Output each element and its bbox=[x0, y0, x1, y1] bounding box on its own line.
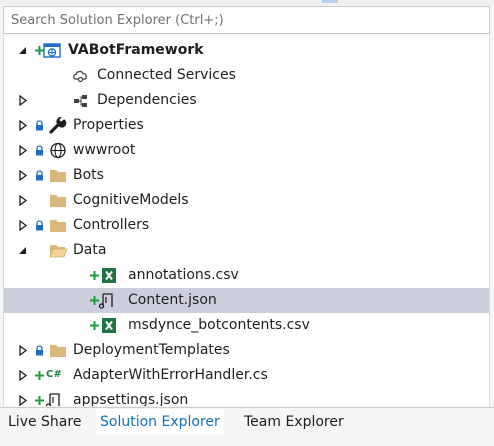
tree-item-label: CognitiveModels bbox=[73, 192, 189, 208]
json-file-icon bbox=[44, 391, 64, 406]
web-project-icon bbox=[42, 41, 62, 60]
folder-open-icon bbox=[48, 241, 68, 260]
tree-item-dependencies[interactable]: Dependencies bbox=[4, 88, 489, 113]
lock-icon bbox=[33, 219, 46, 232]
tree-item-label: Controllers bbox=[73, 217, 150, 233]
tree-item-botcontents-csv[interactable]: msdynce_botcontents.csv bbox=[4, 313, 489, 338]
lock-icon bbox=[33, 144, 46, 157]
collapsed-arrow-icon[interactable] bbox=[17, 145, 28, 156]
folder-icon bbox=[48, 216, 68, 235]
collapsed-arrow-icon[interactable] bbox=[17, 370, 28, 381]
tree-item-label: wwwroot bbox=[73, 142, 136, 158]
collapsed-arrow-icon[interactable] bbox=[17, 195, 28, 206]
collapsed-arrow-icon[interactable] bbox=[17, 395, 28, 406]
folder-icon bbox=[48, 166, 68, 185]
search-box[interactable] bbox=[3, 6, 490, 34]
tree-item-properties[interactable]: Properties bbox=[4, 113, 489, 138]
tree-item-label: Dependencies bbox=[97, 92, 197, 108]
tree-item-controllers[interactable]: Controllers bbox=[4, 213, 489, 238]
collapsed-arrow-icon[interactable] bbox=[17, 220, 28, 231]
tree-item-annotations-csv[interactable]: annotations.csv bbox=[4, 263, 489, 288]
tree-item-appsettings-json[interactable]: appsettings.json bbox=[4, 388, 489, 406]
tree-item-label: AdapterWithErrorHandler.cs bbox=[73, 367, 268, 383]
tab-live-share[interactable]: Live Share bbox=[4, 409, 85, 435]
tree-item-project[interactable]: VABotFramework bbox=[4, 38, 489, 63]
tab-solution-explorer[interactable]: Solution Explorer bbox=[96, 409, 224, 435]
json-file-icon bbox=[97, 291, 117, 310]
collapsed-arrow-icon[interactable] bbox=[17, 345, 28, 356]
collapsed-arrow-icon[interactable] bbox=[17, 120, 28, 131]
tree-item-wwwroot[interactable]: wwwroot bbox=[4, 138, 489, 163]
dependencies-icon bbox=[71, 91, 91, 110]
tree-item-bots[interactable]: Bots bbox=[4, 163, 489, 188]
collapsed-arrow-icon[interactable] bbox=[17, 170, 28, 181]
excel-icon bbox=[99, 266, 119, 285]
top-strip bbox=[0, 0, 494, 5]
globe-icon bbox=[48, 141, 68, 160]
tree-item-deployment-templates[interactable]: DeploymentTemplates bbox=[4, 338, 489, 363]
lock-icon bbox=[33, 344, 46, 357]
excel-icon bbox=[99, 316, 119, 335]
wrench-icon bbox=[48, 116, 68, 135]
expanded-arrow-icon[interactable] bbox=[17, 45, 28, 56]
collapsed-arrow-icon[interactable] bbox=[17, 95, 28, 106]
tree-item-label: Properties bbox=[73, 117, 144, 133]
tree-item-label: appsettings.json bbox=[73, 392, 189, 406]
tree-item-cognitive-models[interactable]: CognitiveModels bbox=[4, 188, 489, 213]
tree-item-label: Data bbox=[73, 242, 107, 258]
added-plus-icon bbox=[33, 369, 46, 382]
search-input[interactable] bbox=[4, 7, 489, 33]
tree-item-label: msdynce_botcontents.csv bbox=[128, 317, 310, 333]
connected-services-icon bbox=[71, 66, 91, 85]
tree-item-label: Content.json bbox=[128, 292, 217, 308]
tree-item-label: Bots bbox=[73, 167, 104, 183]
tab-team-explorer[interactable]: Team Explorer bbox=[240, 409, 348, 435]
solution-tree[interactable]: VABotFramework Connected Services Depend… bbox=[3, 36, 490, 406]
tree-item-connected-services[interactable]: Connected Services bbox=[4, 63, 489, 88]
tree-item-label: annotations.csv bbox=[128, 267, 239, 283]
tree-item-content-json[interactable]: Content.json bbox=[4, 288, 489, 313]
lock-icon bbox=[33, 119, 46, 132]
csharp-file-icon: C# bbox=[46, 369, 62, 380]
tree-item-label: Connected Services bbox=[97, 67, 236, 83]
tree-item-label: DeploymentTemplates bbox=[73, 342, 230, 358]
folder-icon bbox=[48, 191, 68, 210]
tree-item-adapter-cs[interactable]: C# AdapterWithErrorHandler.cs bbox=[4, 363, 489, 388]
tree-item-label: VABotFramework bbox=[68, 42, 204, 58]
lock-icon bbox=[33, 169, 46, 182]
expanded-arrow-icon[interactable] bbox=[17, 245, 28, 256]
tool-window-tabs: Live Share Solution Explorer Team Explor… bbox=[0, 407, 494, 446]
folder-icon bbox=[48, 341, 68, 360]
top-strip-highlight bbox=[322, 0, 338, 3]
tree-item-data[interactable]: Data bbox=[4, 238, 489, 263]
